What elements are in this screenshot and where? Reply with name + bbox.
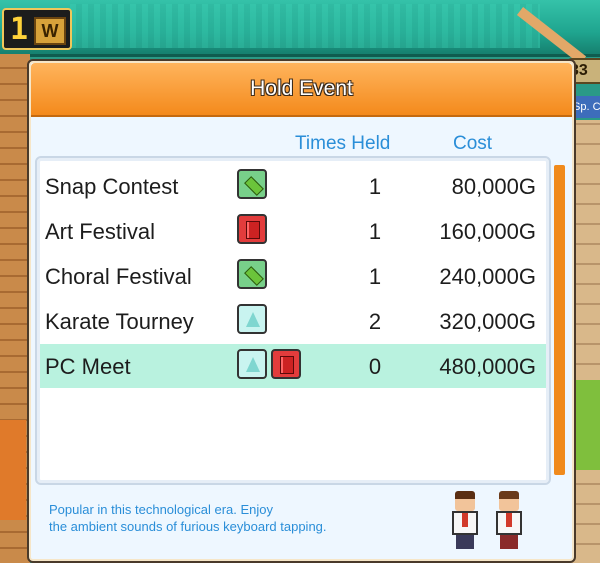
char-tie [462, 513, 468, 527]
char-tie [506, 513, 512, 527]
week-badge: W [34, 17, 66, 45]
dialog-header: Hold Event [31, 63, 572, 117]
event-row-art-festival[interactable]: Art Festival 1 160,000G [40, 209, 546, 253]
event-name: PC Meet [45, 354, 131, 379]
event-times-held: 2 [368, 309, 382, 334]
event-name: Art Festival [45, 219, 156, 244]
red-book-icon [271, 349, 301, 379]
hold-event-dialog: Hold Event Times Held Cost Snap Contest … [27, 59, 576, 563]
description-line-1: Popular in this technological era. Enjoy [49, 502, 274, 517]
event-cost: 320,000G [439, 309, 536, 334]
event-row-choral-festival[interactable]: Choral Festival 1 240,000G [40, 254, 546, 298]
event-name: Snap Contest [45, 174, 179, 199]
char-head [499, 491, 519, 511]
hud-stripe [70, 4, 540, 48]
event-description: Popular in this technological era. Enjoy… [49, 501, 409, 535]
event-cost: 480,000G [439, 354, 536, 379]
top-hud-bar: 1 W [0, 0, 600, 65]
event-cost: 240,000G [439, 264, 536, 289]
description-line-2: the ambient sounds of furious keyboard t… [49, 519, 327, 534]
event-icons [237, 169, 271, 203]
event-icons [237, 304, 271, 338]
event-times-held: 0 [368, 354, 382, 379]
event-cost: 160,000G [439, 219, 536, 244]
grass-right [575, 380, 600, 470]
event-times-held: 1 [368, 264, 382, 289]
event-row-karate-tourney[interactable]: Karate Tourney 2 320,000G [40, 299, 546, 343]
list-scrollbar[interactable] [554, 165, 565, 475]
green-pencil-icon [237, 259, 267, 289]
student-character-girl [491, 491, 527, 551]
event-icons [237, 214, 271, 248]
event-row-pc-meet[interactable]: PC Meet 0 480,000G [40, 344, 546, 388]
column-header-cost: Cost [453, 133, 493, 154]
event-list: Snap Contest 1 80,000G Art Festival 1 16… [35, 156, 551, 485]
char-legs [456, 535, 474, 549]
student-character-boy [447, 491, 483, 551]
event-name: Choral Festival [45, 264, 192, 289]
event-icons [237, 259, 271, 293]
column-header-times-held: Times Held [295, 133, 391, 154]
week-indicator: 1 W [2, 8, 72, 50]
event-icons [237, 349, 305, 383]
flask-icon [237, 304, 267, 334]
week-number: 1 [10, 12, 29, 47]
event-cost: 80,000G [451, 174, 536, 199]
event-name: Karate Tourney [45, 309, 194, 334]
dialog-title: Hold Event [250, 77, 353, 100]
bush-left [0, 420, 26, 520]
event-times-held: 1 [368, 174, 382, 199]
char-legs [500, 535, 518, 549]
event-row-snap-contest[interactable]: Snap Contest 1 80,000G [40, 164, 546, 208]
event-times-held: 1 [368, 219, 382, 244]
char-head [455, 491, 475, 511]
flask-icon [237, 349, 267, 379]
green-pencil-icon [237, 169, 267, 199]
red-book-icon [237, 214, 267, 244]
